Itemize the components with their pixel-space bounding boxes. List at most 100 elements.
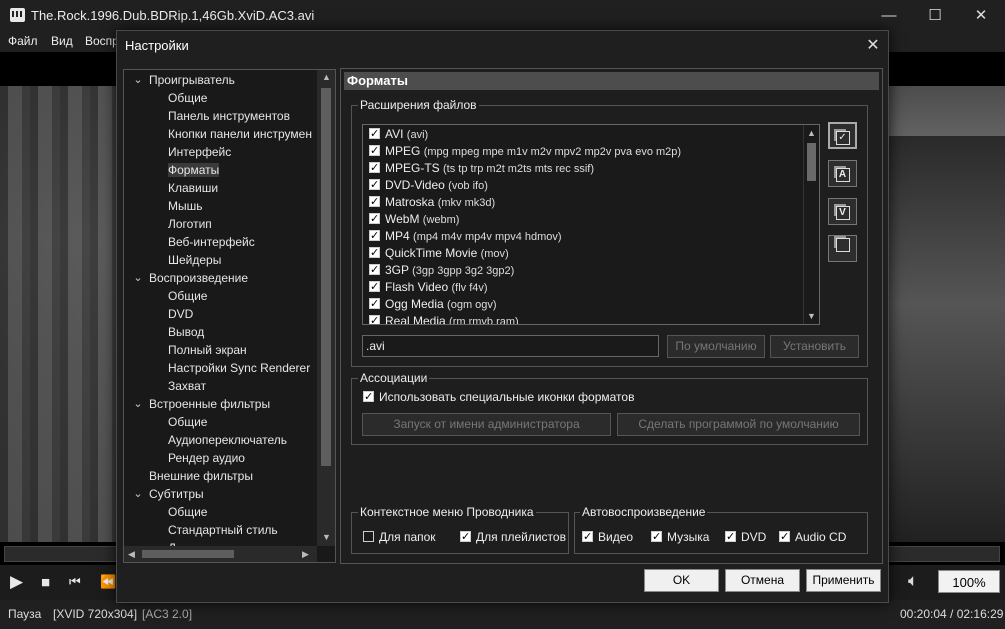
- default-button[interactable]: По умолчанию: [667, 335, 765, 358]
- format-list-item[interactable]: WebM (webm): [369, 211, 459, 228]
- format-list-item[interactable]: MPEG-TS (ts tp trp m2t m2ts mts rec ssif…: [369, 160, 594, 177]
- tree-item[interactable]: Настройки Sync Renderer: [168, 359, 310, 377]
- tree-horizontal-scrollbar[interactable]: ◀ ▶: [124, 546, 317, 562]
- format-list-item[interactable]: AVI (avi): [369, 126, 428, 143]
- tree-chevron-icon[interactable]: ⌄: [132, 485, 144, 503]
- format-list-item[interactable]: Matroska (mkv mk3d): [369, 194, 495, 211]
- select-none-button[interactable]: [828, 235, 857, 262]
- volume-icon[interactable]: 🔈︎: [908, 571, 930, 593]
- ok-button[interactable]: OK: [644, 569, 719, 592]
- set-button[interactable]: Установить: [770, 335, 859, 358]
- close-dialog-button[interactable]: ✕: [861, 34, 885, 58]
- tree-item[interactable]: Клавиши: [168, 179, 218, 197]
- menu-file[interactable]: Файл: [8, 34, 38, 48]
- autoplay-audiocd-check-icon[interactable]: [779, 529, 790, 545]
- select-video-button[interactable]: V: [828, 198, 857, 225]
- cancel-button[interactable]: Отмена: [725, 569, 800, 592]
- tree-category[interactable]: Встроенные фильтры: [149, 395, 270, 413]
- format-check-icon[interactable]: [369, 313, 380, 324]
- tree-item[interactable]: Интерфейс: [168, 143, 231, 161]
- format-check-icon[interactable]: [369, 160, 380, 177]
- format-list-item[interactable]: Flash Video (flv f4v): [369, 279, 488, 296]
- scroll-up-icon[interactable]: ▲: [322, 72, 331, 82]
- format-list-item[interactable]: Real Media (rm rmvb ram): [369, 313, 519, 324]
- tree-item[interactable]: DVD: [168, 305, 193, 323]
- tree-item[interactable]: Общие: [168, 89, 207, 107]
- tree-category[interactable]: Субтитры: [149, 485, 204, 503]
- formats-scroll-down-icon[interactable]: ▼: [807, 311, 816, 321]
- format-check-icon[interactable]: [369, 194, 380, 211]
- menu-view[interactable]: Вид: [51, 34, 73, 48]
- for-playlists-checkbox[interactable]: Для плейлистов: [460, 529, 566, 545]
- extension-input[interactable]: [362, 335, 659, 357]
- format-check-icon[interactable]: [369, 228, 380, 245]
- tree-chevron-icon[interactable]: ⌄: [132, 395, 144, 413]
- format-check-icon[interactable]: [369, 143, 380, 160]
- tree-item[interactable]: Кнопки панели инструмен: [168, 125, 312, 143]
- autoplay-video-check-icon[interactable]: [582, 529, 593, 545]
- settings-tree[interactable]: ⌄ Проигрыватель Общие Панель инструментов Кн…: [123, 69, 336, 563]
- rewind-icon[interactable]: ⏪: [100, 574, 116, 590]
- tree-vertical-scrollbar[interactable]: ▲ ▼: [317, 70, 335, 546]
- tree-item[interactable]: Стандартный стиль: [168, 521, 278, 539]
- format-list-item[interactable]: MPEG (mpg mpeg mpe m1v m2v mpv2 mp2v pva…: [369, 143, 681, 160]
- select-all-button[interactable]: ✓: [828, 122, 857, 149]
- menu-play[interactable]: Воспр: [85, 34, 119, 48]
- tree-item[interactable]: Вывод: [168, 323, 204, 341]
- formats-scroll-thumb[interactable]: [807, 143, 816, 181]
- tree-item[interactable]: Шейдеры: [168, 251, 221, 269]
- apply-button[interactable]: Применить: [806, 569, 881, 592]
- format-list-item[interactable]: MP4 (mp4 m4v mp4v mpv4 hdmov): [369, 228, 562, 245]
- format-check-icon[interactable]: [369, 177, 380, 194]
- autoplay-music-checkbox[interactable]: Музыка: [651, 529, 709, 545]
- tree-chevron-icon[interactable]: ⌄: [132, 71, 144, 89]
- tree-item[interactable]: Логотип: [168, 215, 212, 233]
- play-icon[interactable]: ▶: [10, 572, 23, 592]
- tree-item[interactable]: Веб-интерфейс: [168, 233, 255, 251]
- format-check-icon[interactable]: [369, 279, 380, 296]
- tree-vscroll-thumb[interactable]: [321, 88, 331, 466]
- minimize-button[interactable]: —: [866, 0, 912, 31]
- previous-icon[interactable]: ⏮: [69, 574, 81, 590]
- format-list-item[interactable]: QuickTime Movie (mov): [369, 245, 509, 262]
- format-list-item[interactable]: 3GP (3gp 3gpp 3g2 3gp2): [369, 262, 514, 279]
- autoplay-music-check-icon[interactable]: [651, 529, 662, 545]
- scroll-right-icon[interactable]: ▶: [302, 549, 309, 560]
- formats-scroll-up-icon[interactable]: ▲: [807, 128, 816, 138]
- autoplay-dvd-check-icon[interactable]: [725, 529, 736, 545]
- autoplay-audiocd-checkbox[interactable]: Audio CD: [779, 529, 846, 545]
- format-check-icon[interactable]: [369, 262, 380, 279]
- tree-item[interactable]: Общие: [168, 413, 207, 431]
- tree-item[interactable]: Форматы: [168, 161, 220, 179]
- format-check-icon[interactable]: [369, 211, 380, 228]
- format-check-icon[interactable]: [369, 126, 380, 143]
- tree-item[interactable]: Захват: [168, 377, 206, 395]
- format-list-item[interactable]: Ogg Media (ogm ogv): [369, 296, 497, 313]
- close-window-button[interactable]: ✕: [958, 0, 1004, 31]
- tree-item[interactable]: Общие: [168, 287, 207, 305]
- tree-item[interactable]: Мышь: [168, 197, 203, 215]
- tree-item[interactable]: Рендер аудио: [168, 449, 245, 467]
- format-list-item[interactable]: DVD-Video (vob ifo): [369, 177, 488, 194]
- tree-category[interactable]: Воспроизведение: [149, 269, 248, 287]
- tree-category[interactable]: Внешние фильтры: [149, 467, 253, 485]
- tree-category[interactable]: Проигрыватель: [149, 71, 235, 89]
- formats-list[interactable]: AVI (avi)MPEG (mpg mpeg mpe m1v m2v mpv2…: [362, 124, 820, 325]
- autoplay-dvd-checkbox[interactable]: DVD: [725, 529, 766, 545]
- maximize-button[interactable]: ☐: [912, 0, 958, 31]
- format-check-icon[interactable]: [369, 296, 380, 313]
- tree-item[interactable]: Аудиопереключатель: [168, 431, 287, 449]
- tree-item[interactable]: Панель инструментов: [168, 107, 290, 125]
- run-as-admin-button[interactable]: Запуск от имени администратора: [362, 413, 611, 436]
- format-check-icon[interactable]: [369, 245, 380, 262]
- formats-scrollbar[interactable]: ▲ ▼: [803, 125, 819, 324]
- select-audio-button[interactable]: A: [828, 160, 857, 187]
- for-folders-check-icon[interactable]: [363, 531, 374, 542]
- volume-level[interactable]: 100%: [938, 570, 1000, 593]
- for-folders-checkbox[interactable]: Для папок: [363, 529, 436, 545]
- tree-item[interactable]: Полный экран: [168, 341, 247, 359]
- make-default-button[interactable]: Сделать программой по умолчанию: [617, 413, 860, 436]
- tree-hscroll-thumb[interactable]: [142, 550, 234, 558]
- for-playlists-check-icon[interactable]: [460, 529, 471, 545]
- tree-chevron-icon[interactable]: ⌄: [132, 269, 144, 287]
